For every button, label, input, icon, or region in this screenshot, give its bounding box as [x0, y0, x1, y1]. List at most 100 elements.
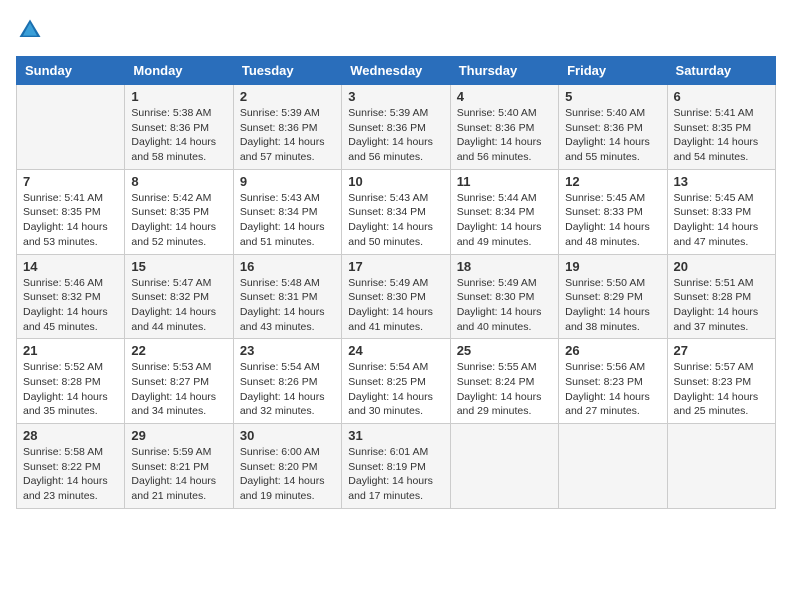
cell-info: Sunrise: 5:54 AMSunset: 8:26 PMDaylight:… — [240, 360, 335, 419]
day-header-wednesday: Wednesday — [342, 57, 450, 85]
day-number: 4 — [457, 89, 552, 104]
calendar-cell — [450, 424, 558, 509]
day-number: 26 — [565, 343, 660, 358]
cell-info: Sunrise: 5:49 AMSunset: 8:30 PMDaylight:… — [457, 276, 552, 335]
cell-info: Sunrise: 5:51 AMSunset: 8:28 PMDaylight:… — [674, 276, 769, 335]
day-number: 29 — [131, 428, 226, 443]
day-number: 6 — [674, 89, 769, 104]
calendar-cell: 5 Sunrise: 5:40 AMSunset: 8:36 PMDaylight… — [559, 85, 667, 170]
calendar-cell: 4 Sunrise: 5:40 AMSunset: 8:36 PMDaylight… — [450, 85, 558, 170]
cell-info: Sunrise: 5:57 AMSunset: 8:23 PMDaylight:… — [674, 360, 769, 419]
day-number: 15 — [131, 259, 226, 274]
calendar-cell: 6 Sunrise: 5:41 AMSunset: 8:35 PMDaylight… — [667, 85, 775, 170]
calendar-cell: 19 Sunrise: 5:50 AMSunset: 8:29 PMDayligh… — [559, 254, 667, 339]
day-number: 25 — [457, 343, 552, 358]
calendar-cell: 14 Sunrise: 5:46 AMSunset: 8:32 PMDayligh… — [17, 254, 125, 339]
calendar-cell: 7 Sunrise: 5:41 AMSunset: 8:35 PMDaylight… — [17, 169, 125, 254]
cell-info: Sunrise: 5:48 AMSunset: 8:31 PMDaylight:… — [240, 276, 335, 335]
calendar-cell: 20 Sunrise: 5:51 AMSunset: 8:28 PMDayligh… — [667, 254, 775, 339]
day-number: 16 — [240, 259, 335, 274]
day-number: 31 — [348, 428, 443, 443]
calendar-cell — [667, 424, 775, 509]
header-row: SundayMondayTuesdayWednesdayThursdayFrid… — [17, 57, 776, 85]
cell-info: Sunrise: 5:43 AMSunset: 8:34 PMDaylight:… — [348, 191, 443, 250]
page-header — [16, 16, 776, 44]
calendar-cell: 24Sunrise: 5:54 AMSunset: 8:25 PMDayligh… — [342, 339, 450, 424]
day-header-friday: Friday — [559, 57, 667, 85]
calendar-cell: 23 Sunrise: 5:54 AMSunset: 8:26 PMDayligh… — [233, 339, 341, 424]
day-number: 23 — [240, 343, 335, 358]
day-number: 28 — [23, 428, 118, 443]
calendar-cell: 3 Sunrise: 5:39 AMSunset: 8:36 PMDaylight… — [342, 85, 450, 170]
calendar-cell: 15 Sunrise: 5:47 AMSunset: 8:32 PMDayligh… — [125, 254, 233, 339]
cell-info: Sunrise: 5:39 AMSunset: 8:36 PMDaylight:… — [348, 106, 443, 165]
cell-info: Sunrise: 5:49 AMSunset: 8:30 PMDaylight:… — [348, 276, 443, 335]
cell-info: Sunrise: 5:43 AMSunset: 8:34 PMDaylight:… — [240, 191, 335, 250]
cell-info: Sunrise: 5:42 AMSunset: 8:35 PMDaylight:… — [131, 191, 226, 250]
cell-info: Sunrise: 5:47 AMSunset: 8:32 PMDaylight:… — [131, 276, 226, 335]
week-row-3: 14 Sunrise: 5:46 AMSunset: 8:32 PMDayligh… — [17, 254, 776, 339]
day-number: 1 — [131, 89, 226, 104]
calendar-cell: 1Sunrise: 5:38 AMSunset: 8:36 PMDaylight… — [125, 85, 233, 170]
cell-info: Sunrise: 5:53 AMSunset: 8:27 PMDaylight:… — [131, 360, 226, 419]
cell-info: Sunrise: 5:40 AMSunset: 8:36 PMDaylight:… — [565, 106, 660, 165]
cell-info: Sunrise: 5:55 AMSunset: 8:24 PMDaylight:… — [457, 360, 552, 419]
calendar-cell: 13Sunrise: 5:45 AMSunset: 8:33 PMDayligh… — [667, 169, 775, 254]
cell-info: Sunrise: 6:01 AMSunset: 8:19 PMDaylight:… — [348, 445, 443, 504]
day-header-sunday: Sunday — [17, 57, 125, 85]
day-number: 12 — [565, 174, 660, 189]
cell-info: Sunrise: 5:44 AMSunset: 8:34 PMDaylight:… — [457, 191, 552, 250]
day-number: 24 — [348, 343, 443, 358]
day-number: 11 — [457, 174, 552, 189]
day-number: 10 — [348, 174, 443, 189]
calendar-cell: 10 Sunrise: 5:43 AMSunset: 8:34 PMDayligh… — [342, 169, 450, 254]
day-number: 21 — [23, 343, 118, 358]
cell-info: Sunrise: 5:58 AMSunset: 8:22 PMDaylight:… — [23, 445, 118, 504]
calendar-cell: 30 Sunrise: 6:00 AMSunset: 8:20 PMDayligh… — [233, 424, 341, 509]
calendar-cell: 8 Sunrise: 5:42 AMSunset: 8:35 PMDaylight… — [125, 169, 233, 254]
calendar-table: SundayMondayTuesdayWednesdayThursdayFrid… — [16, 56, 776, 509]
day-header-thursday: Thursday — [450, 57, 558, 85]
logo-icon — [16, 16, 44, 44]
day-number: 14 — [23, 259, 118, 274]
calendar-cell: 22 Sunrise: 5:53 AMSunset: 8:27 PMDayligh… — [125, 339, 233, 424]
day-header-tuesday: Tuesday — [233, 57, 341, 85]
cell-info: Sunrise: 5:39 AMSunset: 8:36 PMDaylight:… — [240, 106, 335, 165]
calendar-cell — [559, 424, 667, 509]
cell-info: Sunrise: 5:46 AMSunset: 8:32 PMDaylight:… — [23, 276, 118, 335]
day-number: 22 — [131, 343, 226, 358]
calendar-cell — [17, 85, 125, 170]
calendar-cell: 11 Sunrise: 5:44 AMSunset: 8:34 PMDayligh… — [450, 169, 558, 254]
calendar-cell: 17 Sunrise: 5:49 AMSunset: 8:30 PMDayligh… — [342, 254, 450, 339]
day-number: 3 — [348, 89, 443, 104]
cell-info: Sunrise: 5:45 AMSunset: 8:33 PMDaylight:… — [674, 191, 769, 250]
day-number: 8 — [131, 174, 226, 189]
calendar-cell: 18 Sunrise: 5:49 AMSunset: 8:30 PMDayligh… — [450, 254, 558, 339]
calendar-cell: 9 Sunrise: 5:43 AMSunset: 8:34 PMDaylight… — [233, 169, 341, 254]
day-number: 7 — [23, 174, 118, 189]
day-number: 27 — [674, 343, 769, 358]
calendar-cell: 26 Sunrise: 5:56 AMSunset: 8:23 PMDayligh… — [559, 339, 667, 424]
cell-info: Sunrise: 6:00 AMSunset: 8:20 PMDaylight:… — [240, 445, 335, 504]
day-number: 30 — [240, 428, 335, 443]
day-number: 20 — [674, 259, 769, 274]
day-number: 18 — [457, 259, 552, 274]
cell-info: Sunrise: 5:50 AMSunset: 8:29 PMDaylight:… — [565, 276, 660, 335]
day-number: 9 — [240, 174, 335, 189]
cell-info: Sunrise: 5:41 AMSunset: 8:35 PMDaylight:… — [23, 191, 118, 250]
day-number: 19 — [565, 259, 660, 274]
day-number: 5 — [565, 89, 660, 104]
cell-info: Sunrise: 5:40 AMSunset: 8:36 PMDaylight:… — [457, 106, 552, 165]
calendar-cell: 2 Sunrise: 5:39 AMSunset: 8:36 PMDaylight… — [233, 85, 341, 170]
calendar-cell: 12 Sunrise: 5:45 AMSunset: 8:33 PMDayligh… — [559, 169, 667, 254]
cell-info: Sunrise: 5:45 AMSunset: 8:33 PMDaylight:… — [565, 191, 660, 250]
day-number: 17 — [348, 259, 443, 274]
cell-info: Sunrise: 5:41 AMSunset: 8:35 PMDaylight:… — [674, 106, 769, 165]
calendar-cell: 27 Sunrise: 5:57 AMSunset: 8:23 PMDayligh… — [667, 339, 775, 424]
logo — [16, 16, 46, 44]
calendar-cell: 29Sunrise: 5:59 AMSunset: 8:21 PMDayligh… — [125, 424, 233, 509]
cell-info: Sunrise: 5:56 AMSunset: 8:23 PMDaylight:… — [565, 360, 660, 419]
calendar-cell: 21Sunrise: 5:52 AMSunset: 8:28 PMDayligh… — [17, 339, 125, 424]
day-header-saturday: Saturday — [667, 57, 775, 85]
day-number: 2 — [240, 89, 335, 104]
